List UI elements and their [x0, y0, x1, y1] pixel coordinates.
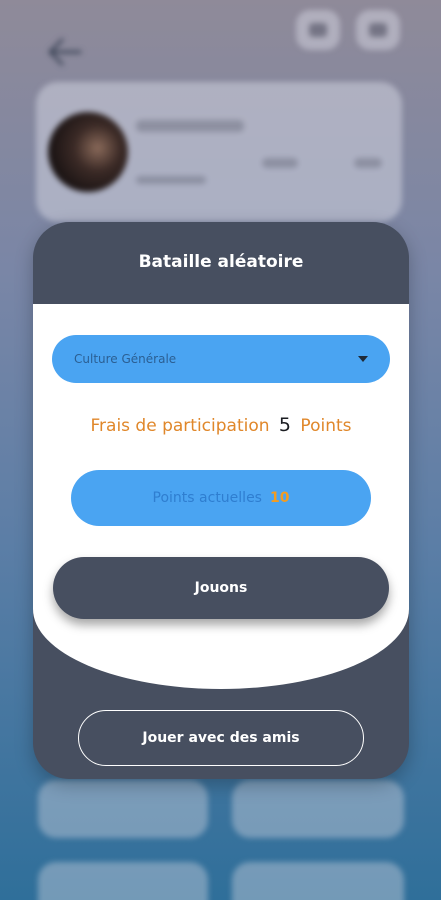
arrow-left-icon[interactable] — [46, 36, 82, 68]
fee-unit: Points — [300, 416, 352, 436]
fee-label: Frais de participation — [90, 416, 270, 436]
menu-button[interactable] — [356, 10, 400, 50]
play-button[interactable]: Jouons — [53, 557, 389, 619]
fee-amount: 5 — [278, 414, 292, 436]
caret-down-icon — [358, 356, 368, 362]
menu-icon — [369, 23, 387, 37]
menu-tile[interactable] — [232, 862, 404, 900]
store-button[interactable] — [296, 10, 340, 50]
profile-card — [36, 82, 402, 222]
profile-name-placeholder — [136, 120, 244, 132]
profile-stat-placeholder — [136, 176, 206, 184]
play-with-friends-button[interactable]: Jouer avec des amis — [78, 710, 364, 766]
menu-tile[interactable] — [38, 780, 208, 838]
menu-tile[interactable] — [38, 862, 208, 900]
current-points-value: 10 — [269, 490, 290, 506]
current-points-badge: Points actuelles 10 — [71, 470, 371, 526]
profile-stat-placeholder — [262, 158, 298, 168]
participation-fee: Frais de participation 5 Points — [33, 414, 409, 436]
profile-stat-placeholder — [354, 158, 382, 168]
store-icon — [309, 23, 327, 37]
current-points-label: Points actuelles — [152, 490, 262, 506]
random-battle-modal: Bataille aléatoire Culture Générale Frai… — [33, 222, 409, 779]
avatar — [48, 112, 128, 192]
menu-tile[interactable] — [232, 780, 404, 838]
category-select-value: Culture Générale — [74, 352, 177, 366]
modal-title: Bataille aléatoire — [138, 252, 304, 272]
category-select[interactable]: Culture Générale — [52, 335, 390, 383]
